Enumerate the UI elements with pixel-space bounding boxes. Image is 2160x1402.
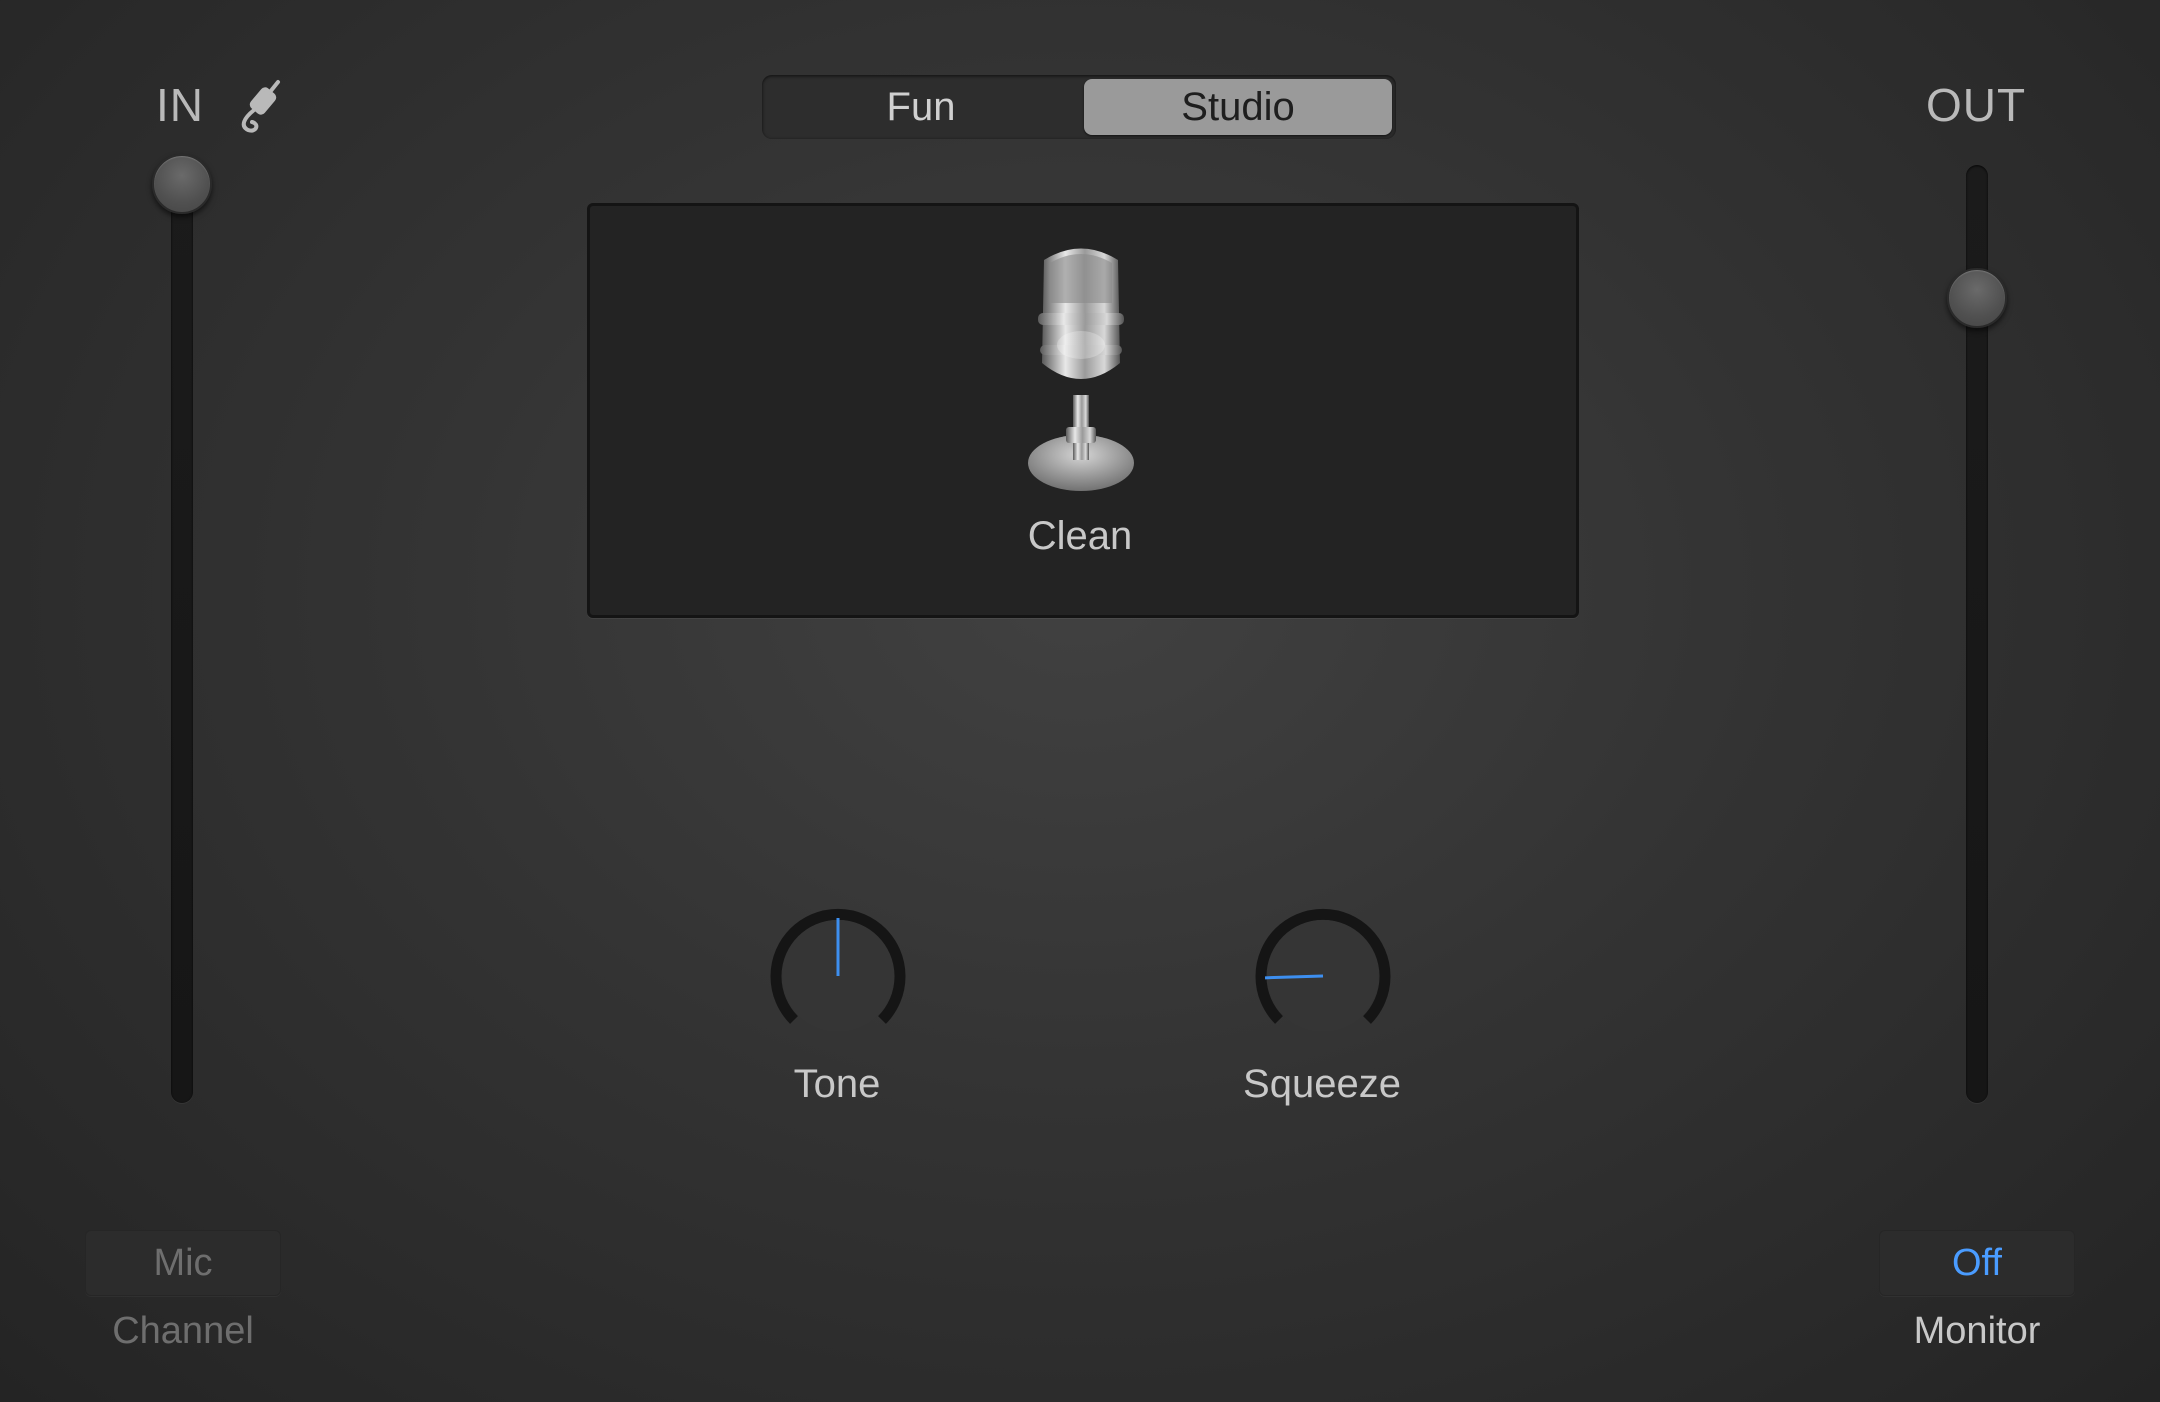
monitor-caption: Monitor	[1913, 1310, 2041, 1352]
squeeze-knob-indicator	[1264, 974, 1324, 980]
microphone-icon[interactable]	[1016, 245, 1146, 500]
output-level-slider-thumb[interactable]	[1947, 268, 2007, 329]
output-label: OUT	[1925, 79, 2027, 131]
input-level-slider-thumb[interactable]	[152, 154, 212, 214]
mode-studio-segment[interactable]: Studio	[1084, 79, 1392, 135]
mode-segmented-control: Fun Studio	[762, 75, 1396, 139]
tone-knob[interactable]	[758, 896, 918, 1056]
channel-button[interactable]: Mic	[85, 1230, 281, 1296]
monitor-button[interactable]: Off	[1879, 1230, 2075, 1296]
squeeze-knob[interactable]	[1243, 896, 1403, 1056]
squeeze-label: Squeeze	[1243, 1062, 1401, 1106]
tone-label: Tone	[793, 1062, 881, 1106]
preset-name: Clean	[1027, 514, 1133, 558]
channel-caption: Channel	[112, 1310, 254, 1352]
input-level-slider-track[interactable]	[171, 165, 193, 1103]
input-cable-icon[interactable]	[230, 76, 288, 136]
mode-fun-segment[interactable]: Fun	[766, 79, 1076, 135]
